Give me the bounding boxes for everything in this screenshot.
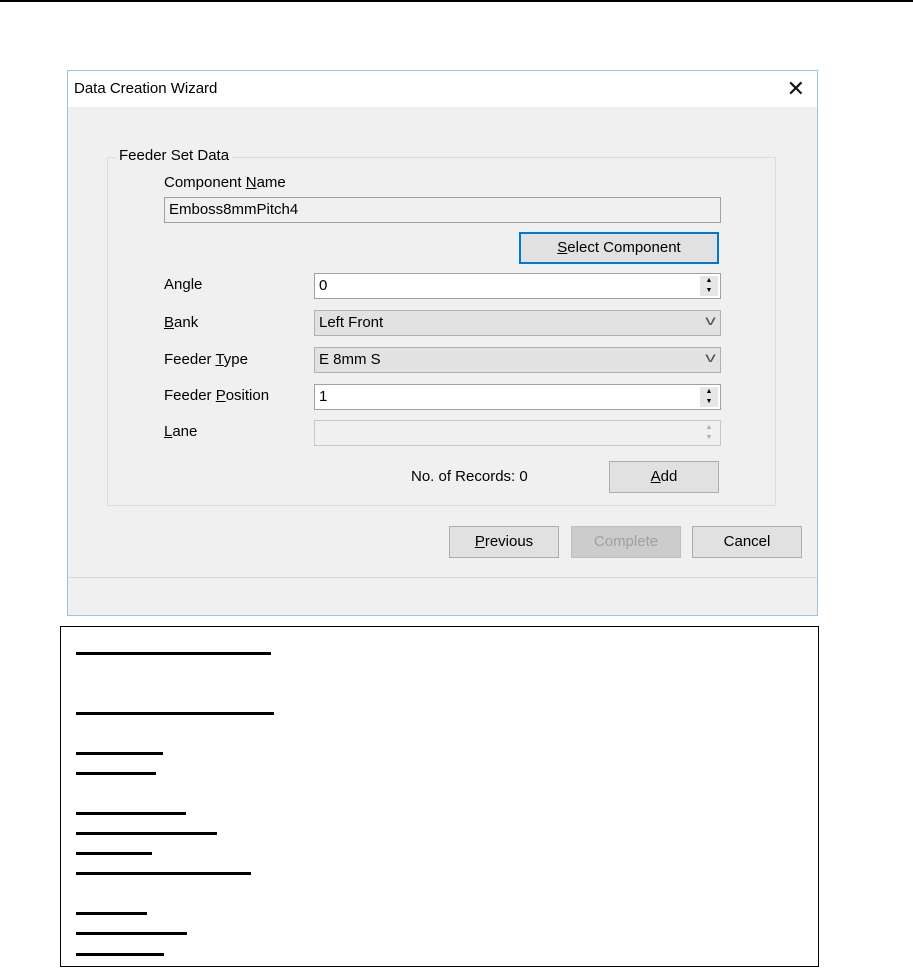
- feeder-type-select[interactable]: E 8mm S v: [314, 347, 721, 373]
- select-component-button[interactable]: Select Component: [519, 232, 719, 264]
- angle-label: Angle: [164, 276, 203, 293]
- top-rule: [0, 0, 913, 2]
- dialog-title: Data Creation Wizard: [74, 80, 218, 97]
- blank-line: [76, 752, 163, 755]
- spin-arrows-icon: ▲ ▼: [700, 423, 718, 443]
- component-name-label: Component Name: [164, 174, 286, 191]
- cancel-button[interactable]: Cancel: [692, 526, 802, 558]
- blank-line: [76, 872, 251, 875]
- lane-stepper[interactable]: ▲ ▼: [314, 420, 721, 446]
- blank-line: [76, 772, 156, 775]
- feeder-position-value: 1: [319, 388, 328, 405]
- status-separator: [68, 577, 817, 578]
- title-bar: Data Creation Wizard ✕: [68, 71, 817, 107]
- spin-arrows-icon[interactable]: ▲ ▼: [700, 276, 718, 296]
- blank-line: [76, 652, 271, 655]
- bank-value: Left Front: [319, 314, 384, 331]
- blank-line: [76, 832, 217, 835]
- group-label: Feeder Set Data: [116, 147, 233, 164]
- blank-line: [76, 953, 164, 956]
- bank-select[interactable]: Left Front v: [314, 310, 721, 336]
- component-name-field[interactable]: Emboss8mmPitch4: [164, 197, 721, 223]
- previous-button[interactable]: Previous: [449, 526, 559, 558]
- bank-label: Bank: [164, 314, 199, 331]
- chevron-down-icon: v: [705, 312, 716, 328]
- close-icon[interactable]: ✕: [787, 76, 805, 102]
- lane-label: Lane: [164, 423, 198, 440]
- chevron-down-icon: v: [705, 349, 716, 365]
- blank-line: [76, 912, 147, 915]
- complete-button: Complete: [571, 526, 681, 558]
- blank-line: [76, 812, 186, 815]
- notes-box: [60, 626, 819, 967]
- feeder-type-label: Feeder Type: [164, 351, 248, 368]
- angle-value: 0: [319, 277, 328, 294]
- data-creation-wizard-dialog: Data Creation Wizard ✕ Feeder Set Data C…: [67, 70, 818, 616]
- records-count: No. of Records: 0: [411, 468, 528, 485]
- blank-line: [76, 932, 187, 935]
- blank-line: [76, 712, 274, 715]
- add-button[interactable]: Add: [609, 461, 719, 493]
- angle-stepper[interactable]: 0 ▲ ▼: [314, 273, 721, 299]
- feeder-position-stepper[interactable]: 1 ▲ ▼: [314, 384, 721, 410]
- feeder-type-value: E 8mm S: [319, 351, 381, 368]
- spin-arrows-icon[interactable]: ▲ ▼: [700, 387, 718, 407]
- feeder-position-label: Feeder Position: [164, 387, 270, 404]
- blank-line: [76, 852, 152, 855]
